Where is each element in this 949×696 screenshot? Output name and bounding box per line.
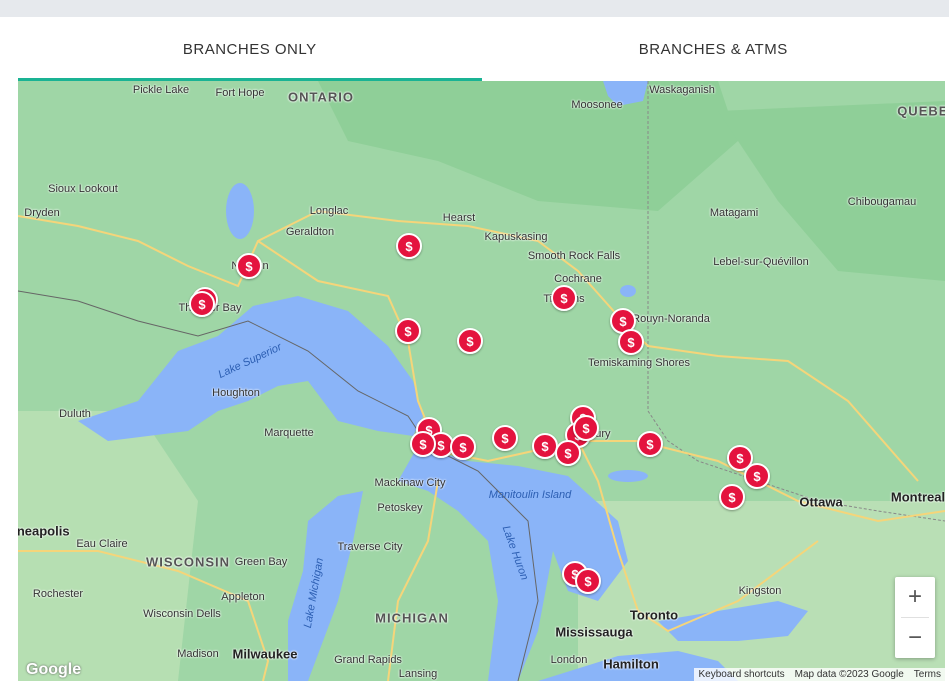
place-label: Green Bay xyxy=(234,556,288,568)
place-label: Longlac xyxy=(309,205,349,217)
terms-link[interactable]: Terms xyxy=(914,669,941,680)
place-label: Minneapolis xyxy=(18,523,70,539)
map-data-text: Map data ©2023 Google xyxy=(794,669,904,680)
place-label: Chibougamau xyxy=(847,196,917,208)
place-label: Montreal xyxy=(890,489,945,505)
place-label: Matagami xyxy=(709,207,759,219)
place-label: Rouyn-Noranda xyxy=(632,313,710,325)
place-label: Moosonee xyxy=(571,99,623,111)
place-label: Wisconsin Dells xyxy=(143,608,221,620)
branch-marker[interactable]: $ xyxy=(395,318,421,344)
branch-marker[interactable]: $ xyxy=(492,425,518,451)
place-label: Lebel-sur-Quévillon xyxy=(713,256,809,268)
branch-marker[interactable]: $ xyxy=(555,440,581,466)
branch-marker[interactable]: $ xyxy=(189,291,215,317)
branch-marker[interactable]: $ xyxy=(637,431,663,457)
place-label: Petoskey xyxy=(377,502,423,514)
place-label: Kapuskasing xyxy=(484,231,548,243)
place-label: London xyxy=(550,654,588,666)
region-label-quebec: QUEBEC xyxy=(897,103,945,119)
place-label: Pickle Lake xyxy=(132,84,190,96)
place-label: Duluth xyxy=(59,408,91,420)
branch-marker[interactable]: $ xyxy=(410,431,436,457)
place-label: Ottawa xyxy=(799,494,843,510)
branch-map[interactable]: ONTARIO QUEBEC WISCONSIN MICHIGAN Pickle… xyxy=(18,81,945,681)
place-label: Milwaukee xyxy=(232,646,298,662)
place-label: Marquette xyxy=(264,427,314,439)
place-label: Smooth Rock Falls xyxy=(527,250,621,262)
place-label: Eau Claire xyxy=(76,538,128,550)
tab-branches-and-atms[interactable]: BRANCHES & ATMS xyxy=(482,17,946,81)
zoom-controls: + − xyxy=(895,577,935,658)
place-label: Lansing xyxy=(398,668,438,680)
branch-marker[interactable]: $ xyxy=(236,253,262,279)
place-label: Geraldton xyxy=(285,226,335,238)
place-label: Hearst xyxy=(442,212,476,224)
region-label-ontario: ONTARIO xyxy=(288,89,354,105)
google-logo[interactable]: Google xyxy=(26,661,81,679)
place-label: Madison xyxy=(177,648,219,660)
place-label: Houghton xyxy=(212,387,260,399)
region-label-wisconsin: WISCONSIN xyxy=(145,554,231,570)
zoom-in-button[interactable]: + xyxy=(895,577,935,617)
place-label: Manitoulin Island xyxy=(488,489,572,501)
branch-marker[interactable]: $ xyxy=(450,434,476,460)
zoom-out-button[interactable]: − xyxy=(895,618,935,658)
place-label: Rochester xyxy=(32,588,84,600)
region-label-michigan: MICHIGAN xyxy=(375,610,449,626)
tab-bar: BRANCHES ONLY BRANCHES & ATMS xyxy=(18,17,945,81)
tab-branches-only[interactable]: BRANCHES ONLY xyxy=(18,17,482,81)
place-label: Cochrane xyxy=(554,273,602,285)
branch-marker[interactable]: $ xyxy=(573,415,599,441)
branch-marker[interactable]: $ xyxy=(457,328,483,354)
place-label: Grand Rapids xyxy=(334,654,402,666)
map-attribution: Keyboard shortcuts Map data ©2023 Google… xyxy=(694,668,945,681)
place-label: Appleton xyxy=(221,591,265,603)
place-label: Mississauga xyxy=(555,624,633,640)
place-label: Dryden xyxy=(24,207,60,219)
place-label: Fort Hope xyxy=(215,87,265,99)
place-label: Temiskaming Shores xyxy=(587,357,691,369)
branch-marker[interactable]: $ xyxy=(532,433,558,459)
branch-marker[interactable]: $ xyxy=(575,568,601,594)
keyboard-shortcuts-link[interactable]: Keyboard shortcuts xyxy=(698,669,784,680)
branch-marker[interactable]: $ xyxy=(719,484,745,510)
branch-marker[interactable]: $ xyxy=(551,285,577,311)
branch-marker[interactable]: $ xyxy=(618,329,644,355)
branch-marker[interactable]: $ xyxy=(396,233,422,259)
place-label: Hamilton xyxy=(603,656,659,672)
place-label: Waskaganish xyxy=(649,84,715,96)
top-bar xyxy=(0,0,949,17)
place-label: Traverse City xyxy=(337,541,403,553)
place-label: Toronto xyxy=(629,607,679,623)
map-base xyxy=(18,81,945,681)
place-label: Kingston xyxy=(738,585,782,597)
branch-marker[interactable]: $ xyxy=(744,463,770,489)
place-label: Sioux Lookout xyxy=(48,183,118,195)
place-label: Mackinaw City xyxy=(374,477,446,489)
